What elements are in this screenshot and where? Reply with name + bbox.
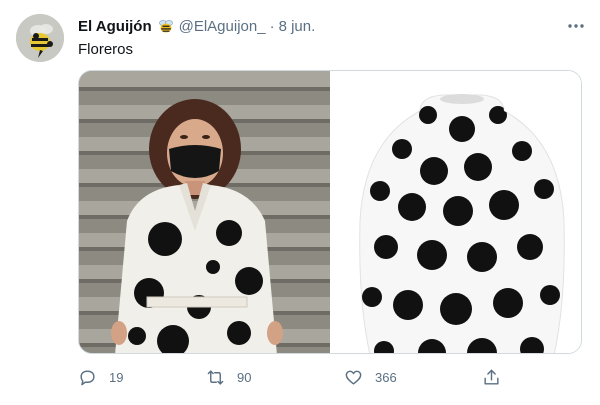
author-name[interactable]: El Aguijón bbox=[78, 18, 152, 35]
tweet-date[interactable]: 8 jun. bbox=[279, 18, 316, 35]
avatar-bee-icon bbox=[16, 14, 64, 62]
share-button[interactable] bbox=[482, 364, 513, 390]
photo-polka-dot-vase[interactable] bbox=[332, 71, 581, 353]
author-handle[interactable]: @ElAguijon_ bbox=[179, 18, 266, 35]
tweet[interactable]: El Aguijón @ElAguijon_ · 8 jun. Floreros bbox=[0, 0, 600, 405]
woman-photo-icon bbox=[79, 71, 330, 353]
meta-separator: · bbox=[269, 17, 275, 35]
photo-woman-polka-dot-coat[interactable] bbox=[79, 71, 330, 353]
tweet-media bbox=[78, 70, 582, 354]
avatar[interactable] bbox=[16, 14, 64, 62]
vase-photo-icon bbox=[332, 71, 581, 353]
retweet-count: 90 bbox=[237, 369, 252, 385]
share-icon bbox=[482, 368, 513, 387]
retweet-icon bbox=[206, 368, 237, 387]
tweet-header: El Aguijón @ElAguijon_ · 8 jun. bbox=[78, 16, 584, 36]
bee-emoji-icon bbox=[157, 17, 175, 35]
reply-icon bbox=[78, 368, 109, 387]
reply-button[interactable]: 19 bbox=[78, 364, 123, 390]
retweet-button[interactable]: 90 bbox=[206, 364, 251, 390]
reply-count: 19 bbox=[109, 369, 124, 385]
like-count: 366 bbox=[375, 369, 397, 385]
more-horizontal-icon bbox=[568, 24, 584, 28]
more-options-button[interactable] bbox=[566, 16, 586, 36]
heart-icon bbox=[344, 368, 375, 387]
like-button[interactable]: 366 bbox=[344, 364, 397, 390]
tweet-actions: 19 90 366 bbox=[78, 364, 508, 390]
tweet-text: Floreros bbox=[78, 41, 134, 58]
